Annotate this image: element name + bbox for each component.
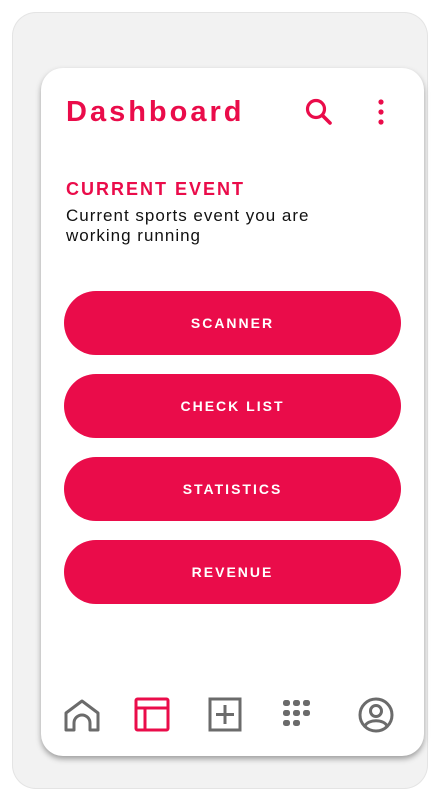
more-options-button[interactable] (369, 96, 393, 128)
apps-grid-icon (283, 700, 310, 726)
search-button[interactable] (304, 97, 334, 127)
nav-home[interactable] (63, 696, 101, 734)
page-title: Dashboard (66, 96, 245, 128)
dashboard-icon (134, 697, 170, 732)
bottom-navigation (41, 696, 424, 736)
scanner-button[interactable]: SCANNER (64, 291, 401, 355)
current-event-heading: CURRENT EVENT (66, 179, 246, 199)
add-icon (208, 697, 242, 732)
nav-dashboard[interactable] (133, 696, 171, 734)
home-icon (64, 699, 100, 732)
more-vertical-icon (378, 99, 384, 125)
nav-apps[interactable] (281, 696, 319, 734)
profile-icon (358, 697, 394, 733)
device-frame: Dashboard CURRENT EVENT Current sports e… (12, 12, 428, 789)
dashboard-card: Dashboard CURRENT EVENT Current sports e… (41, 68, 424, 756)
nav-add[interactable] (206, 696, 244, 734)
current-event-description: Current sports event you are working run… (66, 206, 310, 245)
check-list-button[interactable]: CHECK LIST (64, 374, 401, 438)
nav-profile[interactable] (357, 696, 395, 734)
revenue-button[interactable]: REVENUE (64, 540, 401, 604)
search-icon (305, 98, 332, 125)
statistics-button[interactable]: STATISTICS (64, 457, 401, 521)
